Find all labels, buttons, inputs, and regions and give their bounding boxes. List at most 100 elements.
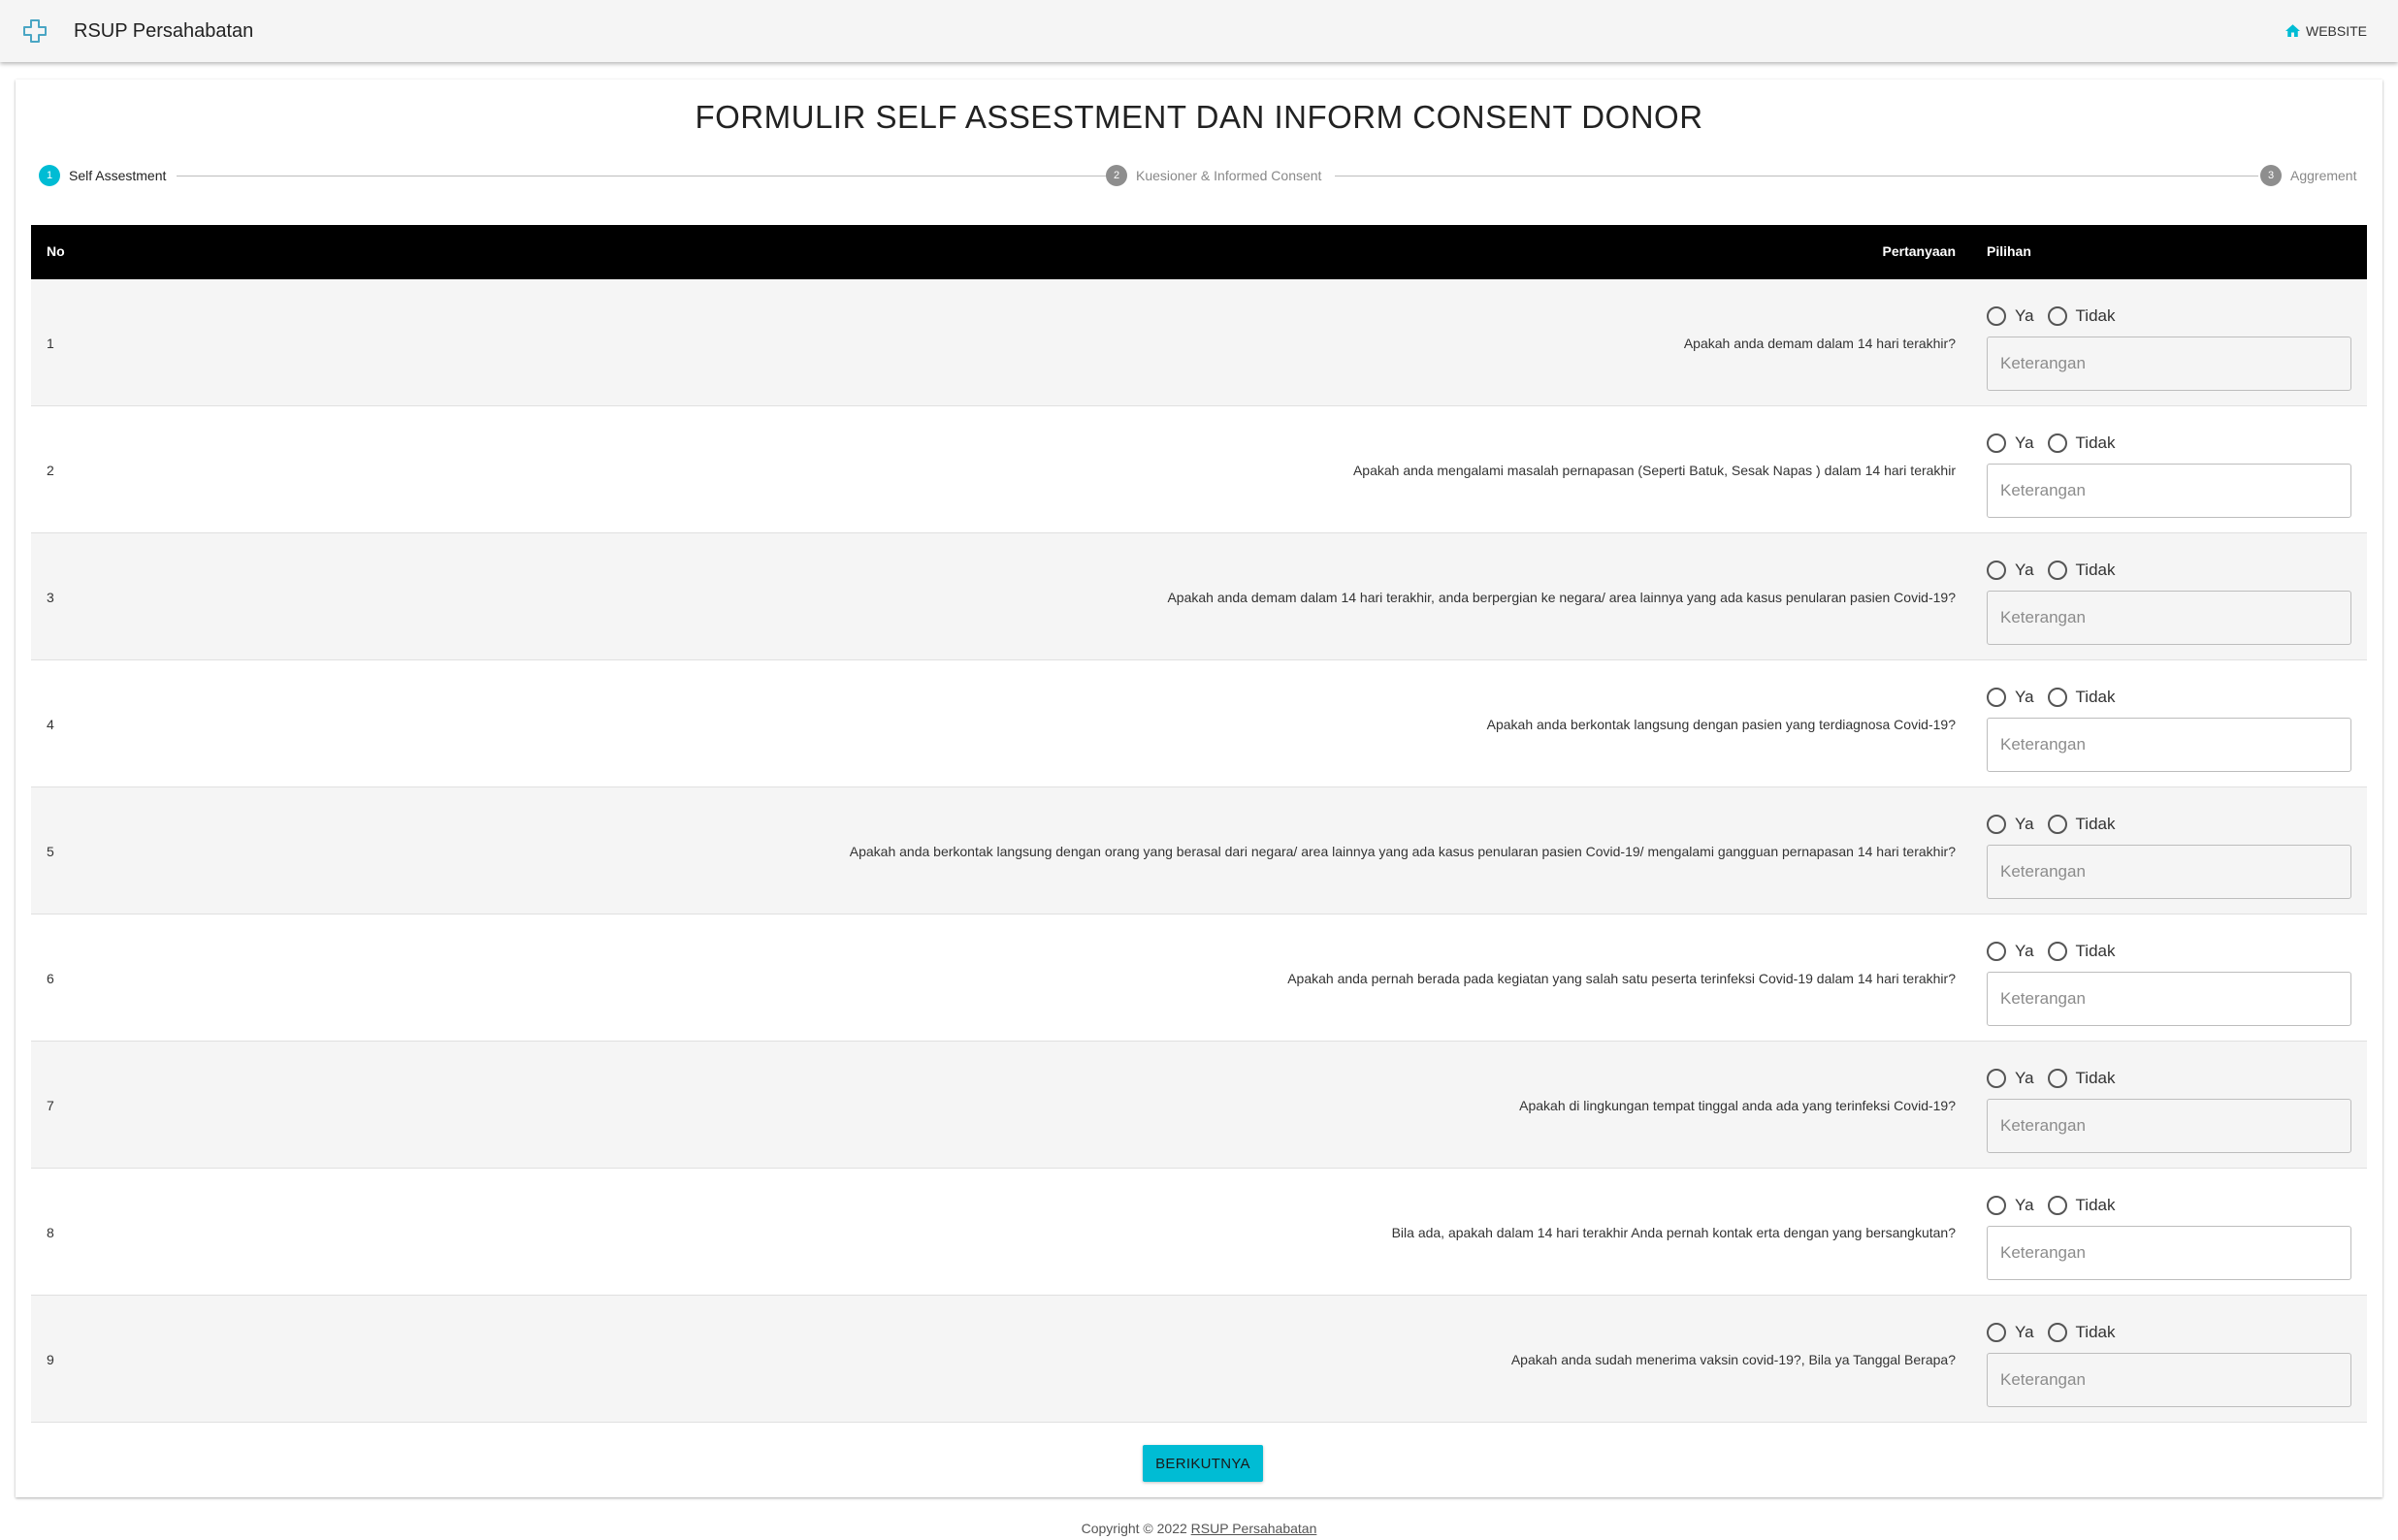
table-row: 1 Apakah anda demam dalam 14 hari terakhi… (31, 279, 2367, 406)
keterangan-input[interactable] (1987, 464, 2351, 518)
yes-no-radio-group: Ya Tidak (1987, 305, 2129, 327)
radio-no-label: Tidak (2075, 1069, 2116, 1087)
radio-yes[interactable]: Ya (1987, 1069, 2034, 1088)
step-kuesioner[interactable]: 2 Kuesioner & Informed Consent (1106, 161, 1321, 190)
radio-yes[interactable]: Ya (1987, 942, 2034, 961)
keterangan-input[interactable] (1987, 1226, 2351, 1280)
radio-button-icon[interactable] (1987, 688, 2006, 707)
radio-button-icon[interactable] (2047, 1196, 2067, 1215)
radio-no-label: Tidak (2075, 433, 2116, 452)
row-question: Apakah anda demam dalam 14 hari terakhir… (1167, 590, 1956, 605)
radio-no[interactable]: Tidak (2047, 1323, 2116, 1342)
yes-no-radio-group: Ya Tidak (1987, 433, 2129, 454)
radio-button-icon[interactable] (1987, 433, 2006, 453)
website-link[interactable]: WEBSITE (2284, 21, 2367, 41)
radio-no[interactable]: Tidak (2047, 688, 2116, 707)
row-number: 8 (47, 1225, 54, 1240)
step-self-assestment[interactable]: 1 Self Assestment (39, 161, 166, 190)
radio-no-label: Tidak (2075, 815, 2116, 833)
radio-no[interactable]: Tidak (2047, 433, 2116, 453)
table-row: 6 Apakah anda pernah berada pada kegiatan… (31, 914, 2367, 1042)
keterangan-input[interactable] (1987, 1353, 2351, 1407)
keterangan-input[interactable] (1987, 718, 2351, 772)
radio-button-icon[interactable] (2047, 1069, 2067, 1088)
radio-yes-label: Ya (2015, 942, 2034, 960)
header-no: No (47, 243, 65, 259)
radio-yes[interactable]: Ya (1987, 1196, 2034, 1215)
radio-button-icon[interactable] (1987, 561, 2006, 580)
copyright-text: Copyright © 2022 (1081, 1521, 1187, 1536)
radio-yes[interactable]: Ya (1987, 688, 2034, 707)
page-title: FORMULIR SELF ASSESTMENT DAN INFORM CONS… (695, 99, 1703, 135)
next-button[interactable]: BERIKUTNYA (1143, 1445, 1263, 1482)
header-question: Pertanyaan (1882, 243, 1956, 259)
keterangan-input[interactable] (1987, 845, 2351, 899)
radio-yes[interactable]: Ya (1987, 561, 2034, 580)
radio-yes[interactable]: Ya (1987, 306, 2034, 326)
yes-no-radio-group: Ya Tidak (1987, 941, 2129, 962)
radio-yes[interactable]: Ya (1987, 815, 2034, 834)
yes-no-radio-group: Ya Tidak (1987, 1322, 2129, 1343)
radio-no-label: Tidak (2075, 942, 2116, 960)
table-row: 4 Apakah anda berkontak langsung dengan p… (31, 660, 2367, 787)
radio-button-icon[interactable] (1987, 815, 2006, 834)
yes-no-radio-group: Ya Tidak (1987, 560, 2129, 581)
home-icon (2285, 24, 2300, 37)
radio-button-icon[interactable] (2047, 306, 2067, 326)
self-assessment-table: No Pertanyaan Pilihan 1 Apakah anda demam… (31, 225, 2367, 1423)
step-label-1: Self Assestment (69, 168, 167, 183)
radio-yes-label: Ya (2015, 433, 2034, 452)
keterangan-input[interactable] (1987, 1099, 2351, 1153)
table-body: 1 Apakah anda demam dalam 14 hari terakhi… (31, 279, 2367, 1423)
radio-button-icon[interactable] (1987, 306, 2006, 326)
radio-yes-label: Ya (2015, 815, 2034, 833)
table-row: 7 Apakah di lingkungan tempat tinggal and… (31, 1042, 2367, 1169)
radio-button-icon[interactable] (2047, 942, 2067, 961)
footer-link[interactable]: RSUP Persahabatan (1191, 1521, 1317, 1536)
row-question: Apakah anda sudah menerima vaksin covid-… (1510, 1352, 1956, 1367)
radio-no[interactable]: Tidak (2047, 561, 2116, 580)
radio-no-label: Tidak (2075, 1196, 2116, 1214)
table-row: 3 Apakah anda demam dalam 14 hari terakhi… (31, 533, 2367, 660)
yes-no-radio-group: Ya Tidak (1987, 1068, 2129, 1089)
radio-button-icon[interactable] (1987, 1196, 2006, 1215)
radio-no[interactable]: Tidak (2047, 815, 2116, 834)
radio-yes[interactable]: Ya (1987, 1323, 2034, 1342)
keterangan-input[interactable] (1987, 337, 2351, 391)
keterangan-input[interactable] (1987, 972, 2351, 1026)
row-number: 6 (47, 971, 54, 986)
keterangan-input[interactable] (1987, 591, 2351, 645)
form-card: FORMULIR SELF ASSESTMENT DAN INFORM CONS… (16, 80, 2382, 1497)
top-app-bar: RSUP Persahabatan WEBSITE (0, 0, 2398, 62)
radio-no[interactable]: Tidak (2047, 1196, 2116, 1215)
row-number: 4 (47, 717, 54, 732)
radio-yes-label: Ya (2015, 1069, 2034, 1087)
step-number-1: 1 (39, 165, 60, 186)
row-number: 9 (47, 1352, 54, 1367)
radio-yes[interactable]: Ya (1987, 433, 2034, 453)
radio-no[interactable]: Tidak (2047, 942, 2116, 961)
brand-name: RSUP Persahabatan (74, 20, 254, 42)
header-choice: Pilihan (1987, 243, 2031, 259)
row-number: 1 (47, 336, 54, 351)
radio-button-icon[interactable] (2047, 561, 2067, 580)
yes-no-radio-group: Ya Tidak (1987, 687, 2129, 708)
radio-no[interactable]: Tidak (2047, 306, 2116, 326)
radio-button-icon[interactable] (2047, 1323, 2067, 1342)
radio-button-icon[interactable] (1987, 1323, 2006, 1342)
row-question: Apakah di lingkungan tempat tinggal anda… (1519, 1098, 1956, 1113)
yes-no-radio-group: Ya Tidak (1987, 814, 2129, 835)
stepper: 1 Self Assestment 2 Kuesioner & Informed… (16, 161, 2382, 190)
radio-button-icon[interactable] (2047, 815, 2067, 834)
radio-button-icon[interactable] (2047, 688, 2067, 707)
row-question: Apakah anda demam dalam 14 hari terakhir… (1683, 336, 1956, 351)
radio-yes-label: Ya (2015, 1196, 2034, 1214)
radio-no[interactable]: Tidak (2047, 1069, 2116, 1088)
radio-button-icon[interactable] (2047, 433, 2067, 453)
step-aggrement[interactable]: 3 Aggrement (2260, 161, 2356, 190)
radio-button-icon[interactable] (1987, 1069, 2006, 1088)
radio-button-icon[interactable] (1987, 942, 2006, 961)
footer: Copyright © 2022 RSUP Persahabatan (0, 1521, 2398, 1536)
row-number: 5 (47, 844, 54, 859)
step-number-2: 2 (1106, 165, 1127, 186)
